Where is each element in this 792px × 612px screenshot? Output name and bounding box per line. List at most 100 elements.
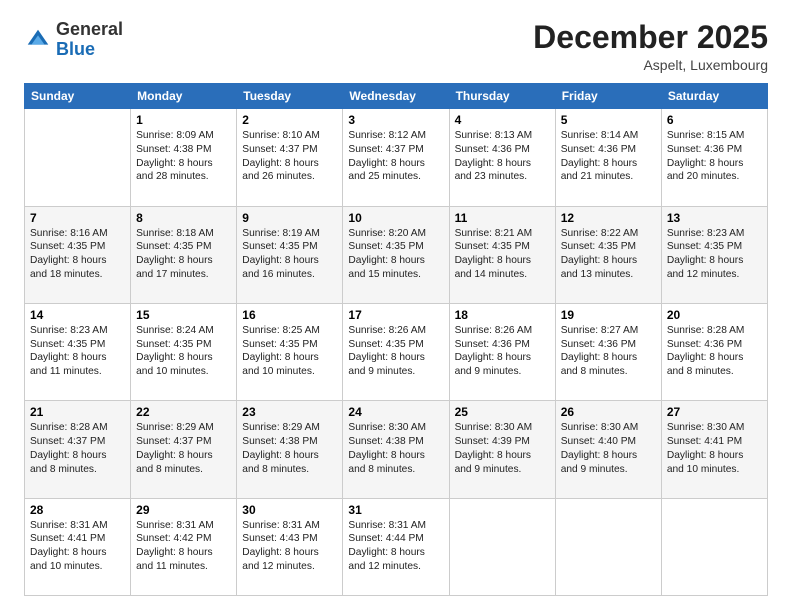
cell-date: 1 xyxy=(136,113,231,127)
cell-2-3: 9 Sunrise: 8:19 AMSunset: 4:35 PMDayligh… xyxy=(237,206,343,303)
cell-5-6 xyxy=(555,498,661,595)
cell-2-4: 10 Sunrise: 8:20 AMSunset: 4:35 PMDaylig… xyxy=(343,206,449,303)
calendar-week-5: 28 Sunrise: 8:31 AMSunset: 4:41 PMDaylig… xyxy=(25,498,768,595)
cell-5-1: 28 Sunrise: 8:31 AMSunset: 4:41 PMDaylig… xyxy=(25,498,131,595)
cell-info: Sunrise: 8:23 AMSunset: 4:35 PMDaylight:… xyxy=(667,228,745,280)
cell-info: Sunrise: 8:29 AMSunset: 4:37 PMDaylight:… xyxy=(136,422,214,474)
cell-info: Sunrise: 8:30 AMSunset: 4:40 PMDaylight:… xyxy=(561,422,639,474)
cell-date: 10 xyxy=(348,211,443,225)
cell-info: Sunrise: 8:21 AMSunset: 4:35 PMDaylight:… xyxy=(455,228,533,280)
col-sunday: Sunday xyxy=(25,84,131,109)
col-wednesday: Wednesday xyxy=(343,84,449,109)
cell-date: 24 xyxy=(348,405,443,419)
cell-date: 20 xyxy=(667,308,762,322)
calendar-week-4: 21 Sunrise: 8:28 AMSunset: 4:37 PMDaylig… xyxy=(25,401,768,498)
cell-info: Sunrise: 8:30 AMSunset: 4:41 PMDaylight:… xyxy=(667,422,745,474)
cell-info: Sunrise: 8:12 AMSunset: 4:37 PMDaylight:… xyxy=(348,130,426,182)
calendar-header: Sunday Monday Tuesday Wednesday Thursday… xyxy=(25,84,768,109)
cell-date: 18 xyxy=(455,308,550,322)
cell-4-1: 21 Sunrise: 8:28 AMSunset: 4:37 PMDaylig… xyxy=(25,401,131,498)
cell-info: Sunrise: 8:31 AMSunset: 4:41 PMDaylight:… xyxy=(30,520,108,572)
calendar-body: 1 Sunrise: 8:09 AMSunset: 4:38 PMDayligh… xyxy=(25,109,768,596)
cell-date: 23 xyxy=(242,405,337,419)
cell-1-1 xyxy=(25,109,131,206)
logo: General Blue xyxy=(24,20,123,60)
cell-date: 25 xyxy=(455,405,550,419)
calendar-week-1: 1 Sunrise: 8:09 AMSunset: 4:38 PMDayligh… xyxy=(25,109,768,206)
cell-3-3: 16 Sunrise: 8:25 AMSunset: 4:35 PMDaylig… xyxy=(237,303,343,400)
cell-date: 22 xyxy=(136,405,231,419)
cell-date: 9 xyxy=(242,211,337,225)
cell-date: 14 xyxy=(30,308,125,322)
cell-date: 31 xyxy=(348,503,443,517)
cell-3-1: 14 Sunrise: 8:23 AMSunset: 4:35 PMDaylig… xyxy=(25,303,131,400)
cell-date: 12 xyxy=(561,211,656,225)
cell-2-2: 8 Sunrise: 8:18 AMSunset: 4:35 PMDayligh… xyxy=(131,206,237,303)
cell-4-2: 22 Sunrise: 8:29 AMSunset: 4:37 PMDaylig… xyxy=(131,401,237,498)
logo-icon xyxy=(24,26,52,54)
header: General Blue December 2025 Aspelt, Luxem… xyxy=(24,20,768,73)
cell-date: 26 xyxy=(561,405,656,419)
cell-date: 4 xyxy=(455,113,550,127)
cell-1-7: 6 Sunrise: 8:15 AMSunset: 4:36 PMDayligh… xyxy=(661,109,767,206)
cell-info: Sunrise: 8:14 AMSunset: 4:36 PMDaylight:… xyxy=(561,130,639,182)
cell-date: 2 xyxy=(242,113,337,127)
cell-date: 15 xyxy=(136,308,231,322)
col-saturday: Saturday xyxy=(661,84,767,109)
cell-3-6: 19 Sunrise: 8:27 AMSunset: 4:36 PMDaylig… xyxy=(555,303,661,400)
cell-5-3: 30 Sunrise: 8:31 AMSunset: 4:43 PMDaylig… xyxy=(237,498,343,595)
cell-5-4: 31 Sunrise: 8:31 AMSunset: 4:44 PMDaylig… xyxy=(343,498,449,595)
cell-1-3: 2 Sunrise: 8:10 AMSunset: 4:37 PMDayligh… xyxy=(237,109,343,206)
cell-date: 28 xyxy=(30,503,125,517)
cell-4-5: 25 Sunrise: 8:30 AMSunset: 4:39 PMDaylig… xyxy=(449,401,555,498)
cell-info: Sunrise: 8:26 AMSunset: 4:36 PMDaylight:… xyxy=(455,325,533,377)
cell-date: 8 xyxy=(136,211,231,225)
location-subtitle: Aspelt, Luxembourg xyxy=(533,57,768,73)
cell-date: 16 xyxy=(242,308,337,322)
title-block: December 2025 Aspelt, Luxembourg xyxy=(533,20,768,73)
cell-date: 11 xyxy=(455,211,550,225)
cell-info: Sunrise: 8:23 AMSunset: 4:35 PMDaylight:… xyxy=(30,325,108,377)
cell-info: Sunrise: 8:31 AMSunset: 4:42 PMDaylight:… xyxy=(136,520,214,572)
cell-info: Sunrise: 8:18 AMSunset: 4:35 PMDaylight:… xyxy=(136,228,214,280)
cell-info: Sunrise: 8:27 AMSunset: 4:36 PMDaylight:… xyxy=(561,325,639,377)
cell-info: Sunrise: 8:30 AMSunset: 4:39 PMDaylight:… xyxy=(455,422,533,474)
logo-general: General xyxy=(56,19,123,39)
cell-date: 6 xyxy=(667,113,762,127)
col-tuesday: Tuesday xyxy=(237,84,343,109)
calendar-week-3: 14 Sunrise: 8:23 AMSunset: 4:35 PMDaylig… xyxy=(25,303,768,400)
cell-date: 7 xyxy=(30,211,125,225)
cell-date: 19 xyxy=(561,308,656,322)
cell-info: Sunrise: 8:13 AMSunset: 4:36 PMDaylight:… xyxy=(455,130,533,182)
cell-5-5 xyxy=(449,498,555,595)
cell-info: Sunrise: 8:10 AMSunset: 4:37 PMDaylight:… xyxy=(242,130,320,182)
cell-3-2: 15 Sunrise: 8:24 AMSunset: 4:35 PMDaylig… xyxy=(131,303,237,400)
page: General Blue December 2025 Aspelt, Luxem… xyxy=(0,0,792,612)
cell-info: Sunrise: 8:09 AMSunset: 4:38 PMDaylight:… xyxy=(136,130,214,182)
month-title: December 2025 xyxy=(533,20,768,55)
cell-2-6: 12 Sunrise: 8:22 AMSunset: 4:35 PMDaylig… xyxy=(555,206,661,303)
cell-info: Sunrise: 8:15 AMSunset: 4:36 PMDaylight:… xyxy=(667,130,745,182)
cell-5-2: 29 Sunrise: 8:31 AMSunset: 4:42 PMDaylig… xyxy=(131,498,237,595)
cell-info: Sunrise: 8:30 AMSunset: 4:38 PMDaylight:… xyxy=(348,422,426,474)
header-row: Sunday Monday Tuesday Wednesday Thursday… xyxy=(25,84,768,109)
cell-info: Sunrise: 8:24 AMSunset: 4:35 PMDaylight:… xyxy=(136,325,214,377)
col-friday: Friday xyxy=(555,84,661,109)
cell-date: 5 xyxy=(561,113,656,127)
cell-info: Sunrise: 8:31 AMSunset: 4:44 PMDaylight:… xyxy=(348,520,426,572)
col-monday: Monday xyxy=(131,84,237,109)
cell-3-4: 17 Sunrise: 8:26 AMSunset: 4:35 PMDaylig… xyxy=(343,303,449,400)
cell-4-3: 23 Sunrise: 8:29 AMSunset: 4:38 PMDaylig… xyxy=(237,401,343,498)
cell-info: Sunrise: 8:16 AMSunset: 4:35 PMDaylight:… xyxy=(30,228,108,280)
cell-info: Sunrise: 8:25 AMSunset: 4:35 PMDaylight:… xyxy=(242,325,320,377)
calendar: Sunday Monday Tuesday Wednesday Thursday… xyxy=(24,83,768,596)
calendar-week-2: 7 Sunrise: 8:16 AMSunset: 4:35 PMDayligh… xyxy=(25,206,768,303)
cell-date: 27 xyxy=(667,405,762,419)
cell-info: Sunrise: 8:28 AMSunset: 4:36 PMDaylight:… xyxy=(667,325,745,377)
cell-1-2: 1 Sunrise: 8:09 AMSunset: 4:38 PMDayligh… xyxy=(131,109,237,206)
cell-2-5: 11 Sunrise: 8:21 AMSunset: 4:35 PMDaylig… xyxy=(449,206,555,303)
cell-5-7 xyxy=(661,498,767,595)
cell-date: 13 xyxy=(667,211,762,225)
cell-4-6: 26 Sunrise: 8:30 AMSunset: 4:40 PMDaylig… xyxy=(555,401,661,498)
cell-4-4: 24 Sunrise: 8:30 AMSunset: 4:38 PMDaylig… xyxy=(343,401,449,498)
